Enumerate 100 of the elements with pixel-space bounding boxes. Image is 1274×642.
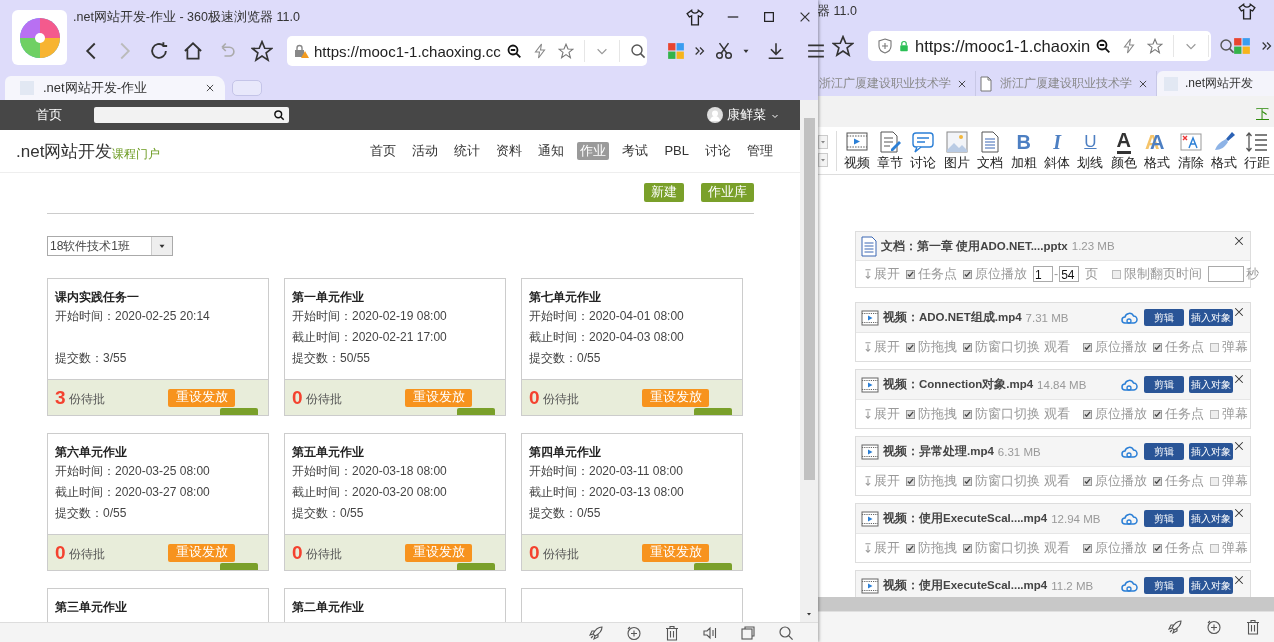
shirt-icon[interactable] — [686, 8, 704, 26]
toolbar-button[interactable]: 清除 — [1173, 129, 1208, 172]
insert-object-button[interactable]: 插入对象 — [1189, 577, 1233, 594]
close-icon[interactable] — [1233, 306, 1245, 318]
close-icon[interactable] — [798, 10, 812, 24]
close-icon[interactable] — [205, 83, 215, 93]
search-icon[interactable] — [778, 625, 794, 641]
checkbox[interactable] — [963, 543, 972, 553]
insert-object-button[interactable]: 插入对象 — [1189, 309, 1233, 326]
double-chevron-icon[interactable] — [693, 44, 707, 58]
toolbar-button[interactable]: U 划线 — [1073, 129, 1108, 172]
checkbox[interactable] — [906, 269, 915, 279]
vertical-scrollbar[interactable] — [800, 100, 818, 622]
insert-object-button[interactable]: 插入对象 — [1189, 376, 1233, 393]
lightning-icon[interactable] — [1121, 38, 1138, 54]
checkbox[interactable] — [1153, 342, 1162, 352]
checkbox[interactable] — [1210, 409, 1219, 419]
checkbox[interactable] — [1112, 269, 1122, 279]
checkbox[interactable] — [1210, 543, 1219, 553]
trash-icon[interactable] — [1245, 619, 1261, 635]
home-icon[interactable] — [183, 41, 203, 61]
checkbox[interactable] — [1153, 476, 1162, 486]
nav-tab[interactable]: 活动 — [411, 142, 440, 160]
assignment-title[interactable]: 第五单元作业 — [292, 443, 498, 461]
nav-tab[interactable]: 管理 — [746, 142, 774, 160]
address-bar[interactable]: https://mooc1-1.chaoxing.cc — [287, 36, 647, 66]
close-icon[interactable] — [1233, 235, 1245, 247]
assignment-title[interactable]: 课内实践任务一 — [55, 288, 261, 306]
close-icon[interactable] — [1233, 507, 1245, 519]
user-menu[interactable]: 康鲜菜 — [707, 106, 780, 124]
window-icon[interactable] — [740, 625, 756, 641]
star-icon[interactable] — [1147, 38, 1164, 54]
toolbar-button[interactable]: 讨论 — [906, 129, 941, 172]
checkbox[interactable] — [1153, 543, 1162, 553]
clock-plus-icon[interactable] — [626, 625, 642, 641]
edit-button[interactable]: 剪辑 — [1144, 510, 1184, 527]
nav-tab[interactable]: 讨论 — [704, 142, 732, 160]
checkbox[interactable] — [963, 476, 972, 486]
horizontal-scrollbar[interactable] — [817, 597, 1274, 611]
shield-icon[interactable] — [877, 38, 893, 54]
edit-button[interactable]: 剪辑 — [1144, 376, 1184, 393]
toolbar-button[interactable]: 图片 — [940, 129, 974, 172]
checkbox[interactable] — [1083, 476, 1092, 486]
scissors-icon[interactable] — [715, 42, 733, 60]
checkbox[interactable] — [906, 476, 915, 486]
download-icon[interactable] — [767, 42, 785, 60]
search-icon[interactable] — [273, 109, 285, 121]
edit-button[interactable]: 剪辑 — [1144, 443, 1184, 460]
rocket-icon[interactable] — [1167, 619, 1183, 635]
page-field[interactable]: 1 — [1033, 266, 1053, 282]
checkbox[interactable] — [963, 269, 972, 279]
star-icon[interactable] — [557, 43, 574, 59]
close-icon[interactable] — [1233, 574, 1245, 586]
checkbox[interactable] — [906, 342, 915, 352]
home-link[interactable]: 首页 — [36, 106, 62, 124]
page-field[interactable]: 54 — [1059, 266, 1080, 282]
maximize-icon[interactable] — [762, 10, 776, 24]
insert-object-button[interactable]: 插入对象 — [1189, 510, 1233, 527]
rocket-icon[interactable] — [588, 625, 604, 641]
toolbar-button[interactable]: 文档 — [973, 129, 1007, 172]
toolbar-button[interactable]: A 颜色 — [1107, 129, 1141, 172]
zoom-out-icon[interactable] — [1095, 38, 1112, 54]
zoom-out-icon[interactable] — [505, 43, 522, 59]
menu-icon[interactable] — [807, 42, 825, 60]
toolbar-button[interactable]: 章节 — [873, 129, 907, 172]
toolbar-button[interactable]: B 加粗 — [1006, 129, 1041, 172]
star-icon[interactable] — [832, 35, 854, 57]
lightning-icon[interactable] — [531, 43, 548, 59]
search-icon[interactable] — [629, 43, 646, 59]
seconds-field[interactable] — [1208, 266, 1245, 282]
edit-button[interactable]: 剪辑 — [1144, 309, 1184, 326]
edit-button[interactable]: 剪辑 — [1144, 577, 1184, 594]
apps-grid-icon[interactable] — [667, 42, 685, 60]
browser-tab[interactable]: .net网站开发 — [1157, 71, 1274, 96]
assignment-title[interactable]: 第四单元作业 — [529, 443, 735, 461]
double-chevron-icon[interactable] — [1260, 39, 1274, 53]
checkbox[interactable] — [963, 342, 972, 352]
toolbar-button[interactable]: I 斜体 — [1040, 129, 1074, 172]
search-field[interactable] — [94, 107, 289, 123]
apps-grid-icon[interactable] — [1233, 37, 1251, 55]
toolbar-button[interactable]: A 格式 — [1140, 129, 1174, 172]
class-dropdown[interactable]: 18软件技术1班 — [47, 236, 173, 256]
trash-icon[interactable] — [664, 625, 680, 641]
checkbox[interactable] — [963, 409, 972, 419]
close-icon[interactable] — [957, 78, 967, 89]
reload-icon[interactable] — [149, 41, 169, 61]
checkbox[interactable] — [1083, 543, 1092, 553]
scroll-down-icon[interactable] — [805, 610, 813, 618]
checkbox[interactable] — [1083, 409, 1092, 419]
toolbar-button[interactable]: 行距 — [1240, 129, 1274, 172]
browser-tab[interactable]: .net网站开发-作业 — [5, 76, 225, 100]
close-icon[interactable] — [1233, 440, 1245, 452]
nav-tab[interactable]: 通知 — [537, 142, 566, 160]
checkbox[interactable] — [1153, 409, 1162, 419]
star-icon[interactable] — [251, 40, 273, 62]
assignment-title[interactable]: 第三单元作业 — [55, 598, 261, 616]
nav-tab[interactable]: 资料 — [495, 142, 524, 160]
checkbox[interactable] — [906, 409, 915, 419]
checkbox[interactable] — [1210, 342, 1219, 352]
checkbox[interactable] — [906, 543, 915, 553]
